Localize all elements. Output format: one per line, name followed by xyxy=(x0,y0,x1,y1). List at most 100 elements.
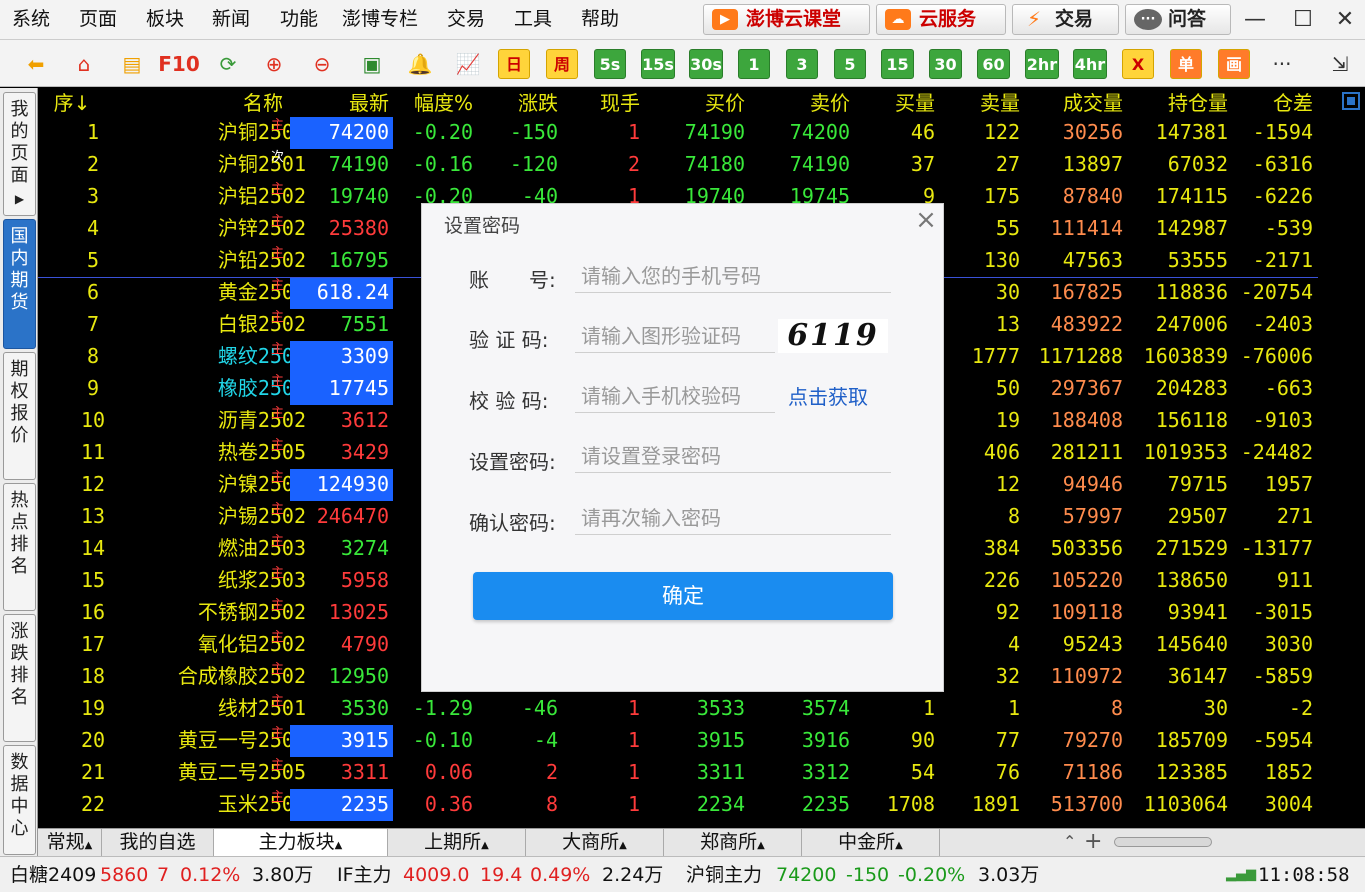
period-1m[interactable]: 1 xyxy=(738,49,770,79)
tab-hot-ranking[interactable]: 热点排名 xyxy=(3,483,36,611)
refresh-icon[interactable]: ⟳ xyxy=(210,48,246,80)
table-row[interactable]: 22 玉米2505 主 2235 0.36 8 1 2234 2235 1708 1891 51370… xyxy=(38,789,1338,821)
menu-help[interactable]: 帮助 xyxy=(581,0,619,40)
table-row[interactable]: 2 沪铜2501 次 74190 -0.16 -120 2 74180 74190 37 27 138… xyxy=(38,149,1338,181)
close-icon[interactable]: × xyxy=(914,207,938,233)
chart-icon[interactable]: 📈 xyxy=(450,48,486,80)
alarm-icon[interactable]: 🔔 xyxy=(402,48,438,80)
exit-icon[interactable]: ⇲ xyxy=(1322,48,1358,80)
menu-trade[interactable]: 交易 xyxy=(447,0,485,40)
tab-cffex[interactable]: 中金所▲ xyxy=(802,829,940,857)
header-pct[interactable]: 幅度% xyxy=(388,88,473,120)
period-4hr[interactable]: 4hr xyxy=(1073,49,1107,79)
scroll-up-icon[interactable]: ⌃ xyxy=(1063,829,1076,855)
tab-my-page[interactable]: 我的页面 ▶ xyxy=(3,92,36,216)
header-bid-qty[interactable]: 买量 xyxy=(850,88,935,120)
tab-czce[interactable]: 郑商所▲ xyxy=(664,829,802,857)
verify-code-input[interactable]: 请输入手机校验码 xyxy=(575,379,775,413)
row-open-interest: 147381 xyxy=(1155,120,1228,144)
header-change[interactable]: 涨跌 xyxy=(473,88,558,120)
row-ask-qty: 55 xyxy=(995,216,1020,240)
account-input[interactable]: 请输入您的手机号码 xyxy=(575,259,891,293)
cloud-service-button[interactable]: ☁ 云服务 xyxy=(876,4,1006,35)
menu-page[interactable]: 页面 xyxy=(79,0,117,40)
header-open-interest[interactable]: 持仓量 xyxy=(1123,88,1228,120)
get-code-link[interactable]: 点击获取 xyxy=(788,381,868,410)
menu-sector[interactable]: 板块 xyxy=(146,0,184,40)
tab-normal[interactable]: 常规▲ xyxy=(38,829,102,857)
row-oi-diff: -3015 xyxy=(1252,600,1313,624)
menu-column[interactable]: 澎博专栏 xyxy=(342,0,418,40)
period-30s[interactable]: 30s xyxy=(689,49,723,79)
header-ask[interactable]: 卖价 xyxy=(745,88,850,120)
header-name[interactable]: 名称 xyxy=(98,88,283,120)
password-input[interactable]: 请设置登录密码 xyxy=(575,439,891,473)
f10-button[interactable]: F10 xyxy=(158,48,200,80)
period-30m[interactable]: 30 xyxy=(929,49,962,79)
header-bid[interactable]: 买价 xyxy=(640,88,745,120)
tab-dce[interactable]: 大商所▲ xyxy=(526,829,664,857)
tab-options-quote[interactable]: 期权报价 xyxy=(3,352,36,480)
draw-button[interactable]: 画 xyxy=(1218,49,1250,79)
period-3m[interactable]: 3 xyxy=(786,49,818,79)
classroom-button[interactable]: ▶ 澎博云课堂 xyxy=(703,4,870,35)
qa-button[interactable]: ··· 问答 xyxy=(1125,4,1231,35)
menu-tools[interactable]: 工具 xyxy=(514,0,552,40)
menu-system[interactable]: 系统 xyxy=(12,0,50,40)
notepad-icon[interactable]: ▤ xyxy=(114,48,150,80)
period-60m[interactable]: 60 xyxy=(977,49,1010,79)
tab-domestic-futures[interactable]: 国内期货 xyxy=(3,219,36,349)
tab-watchlist[interactable]: 我的自选 xyxy=(102,829,214,857)
zoom-in-icon[interactable]: ⊕ xyxy=(256,48,292,80)
confirm-button[interactable]: 确定 xyxy=(473,572,893,620)
tab-label: 热点排名 xyxy=(10,490,29,577)
maximize-button[interactable]: ☐ xyxy=(1289,6,1317,34)
back-arrow-icon[interactable]: ⬅ xyxy=(18,48,54,80)
column-toggle-icon[interactable] xyxy=(1342,92,1360,110)
period-2hr[interactable]: 2hr xyxy=(1025,49,1059,79)
tab-main-sector[interactable]: 主力板块▲ xyxy=(214,829,388,857)
tab-data-center[interactable]: 数据中心 xyxy=(3,745,36,855)
tab-label: 国内期货 xyxy=(10,226,29,313)
period-5m[interactable]: 5 xyxy=(834,49,866,79)
zoom-out-icon[interactable]: ⊖ xyxy=(304,48,340,80)
windows-icon[interactable]: ▣ xyxy=(354,48,390,80)
period-x[interactable]: X xyxy=(1122,49,1154,79)
ticker-1-name[interactable]: 白糖2409 xyxy=(10,857,96,892)
period-15s[interactable]: 15s xyxy=(641,49,675,79)
period-5s[interactable]: 5s xyxy=(594,49,626,79)
add-tab-icon[interactable]: + xyxy=(1084,829,1102,855)
menu-function[interactable]: 功能 xyxy=(280,0,318,40)
ticker-2-name[interactable]: IF主力 xyxy=(337,857,392,892)
period-day[interactable]: 日 xyxy=(498,49,530,79)
more-icon[interactable]: ··· xyxy=(1264,48,1300,80)
table-row[interactable]: 20 黄豆一号2505 主 3915 -0.10 -4 1 3915 3916 90 77 79270… xyxy=(38,725,1338,757)
table-row[interactable]: 1 沪铜2502 主 74200 -0.20 -150 1 74190 74200 46 122 30… xyxy=(38,117,1338,149)
tab-change-ranking[interactable]: 涨跌排名 xyxy=(3,614,36,742)
vertical-scrollbar[interactable] xyxy=(1338,88,1365,828)
header-last[interactable]: 最新 xyxy=(290,88,393,120)
ticker-3-name[interactable]: 沪铜主力 xyxy=(686,857,762,892)
table-row[interactable]: 21 黄豆二号2505 主 3311 0.06 2 1 3311 3312 54 76 71186 12… xyxy=(38,757,1338,789)
period-15m[interactable]: 15 xyxy=(881,49,914,79)
header-oi-diff[interactable]: 仓差 xyxy=(1228,88,1313,120)
trade-button[interactable]: ⚡ 交易 xyxy=(1012,4,1119,35)
home-icon[interactable]: ⌂ xyxy=(66,48,102,80)
horizontal-scrollbar[interactable] xyxy=(1114,837,1212,847)
close-window-button[interactable]: ✕ xyxy=(1331,6,1359,34)
menu-news[interactable]: 新闻 xyxy=(212,0,250,40)
captcha-input[interactable]: 请输入图形验证码 xyxy=(575,319,775,353)
table-row[interactable]: 19 线材2501 主 3530 -1.29 -46 1 3533 3574 1 1 8 30 -2 xyxy=(38,693,1338,725)
header-volume[interactable]: 现手 xyxy=(558,88,640,120)
header-ask-qty[interactable]: 卖量 xyxy=(935,88,1020,120)
period-week[interactable]: 周 xyxy=(546,49,578,79)
captcha-image[interactable]: 6119 xyxy=(778,319,888,353)
tab-label: 大商所 xyxy=(562,831,620,853)
header-index[interactable]: 序↓ xyxy=(38,88,106,120)
row-tag: 主 xyxy=(271,118,285,133)
header-turnover[interactable]: 成交量 xyxy=(1020,88,1123,120)
tab-shfe[interactable]: 上期所▲ xyxy=(388,829,526,857)
single-order-button[interactable]: 单 xyxy=(1170,49,1202,79)
confirm-password-input[interactable]: 请再次输入密码 xyxy=(575,501,891,535)
minimize-button[interactable]: — xyxy=(1241,6,1269,34)
